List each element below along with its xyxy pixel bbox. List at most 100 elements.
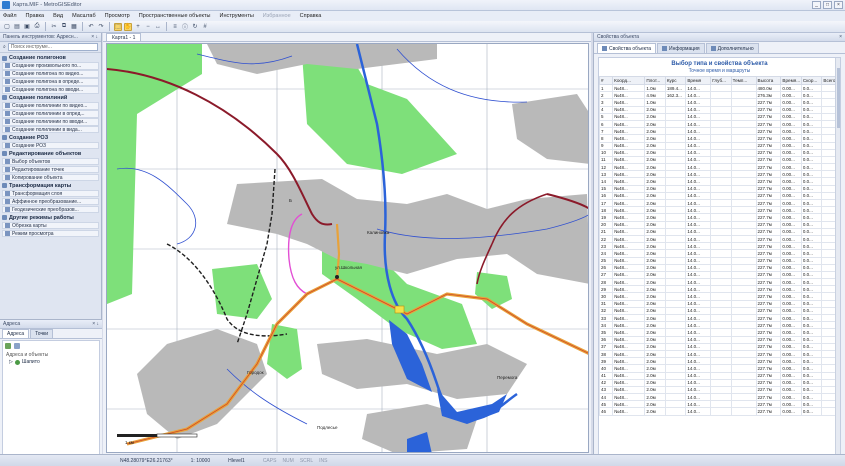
tree-item[interactable]: ▷ Шапито [3,359,99,365]
table-row[interactable]: 46 №48... 2.0м 14.0... 227.7м 0.00... 0.0... [599,407,840,416]
tool-item[interactable]: Создание полигона по видео... [2,69,99,78]
refresh-icon[interactable]: ↻ [191,23,199,31]
table-row[interactable]: 6 №48... 2.0м 14.0... 227.7м 0.00... 0.0... [599,119,840,129]
layers-icon[interactable]: ≡ [171,23,179,31]
paste-icon[interactable]: ▦ [70,23,78,31]
table-row[interactable]: 42 №48... 2.0м 14.0... 227.7м 0.00... 0.0... [599,378,840,387]
tab-points[interactable]: Точки [30,329,54,338]
tool-item[interactable]: Создание полилинии по видео... [2,101,99,110]
close-icon[interactable]: × ↓ [92,321,99,327]
tool-item[interactable]: Создание полилинии в вида... [2,125,99,134]
tab-information[interactable]: Информация [657,43,705,53]
table-row[interactable]: 45 №48... 2.0м 14.0... 227.7м 0.00... 0.0... [599,400,840,409]
menu-item[interactable]: Масштаб [72,13,96,19]
menu-item[interactable]: Избранное [263,13,291,19]
table-row[interactable]: 2 №48... 4.9м 162.3... 14.0... 276.3м 0.00... 0… [599,91,840,100]
tool-group-header[interactable]: Трансформация карты [2,182,99,190]
table-row[interactable]: 19 №48... 2.0м 14.0... 227.7м 0.00... 0.0... [599,213,840,222]
table-row[interactable]: 21 №48... 2.0м 14.0... 227.7м 0.00... 0.0... [599,227,840,236]
undo-icon[interactable]: ↶ [87,23,95,31]
redo-icon[interactable]: ↷ [97,23,105,31]
menu-item[interactable]: Файл [3,13,17,19]
open-icon[interactable]: ▤ [13,23,21,31]
table-row[interactable]: 30 №48... 2.0м 14.0... 227.7м 0.00... 0.0... [599,292,840,301]
menu-item[interactable]: Вид [53,13,63,19]
table-row[interactable]: 18 №48... 2.0м 14.0... 227.7м 0.00... 0.0... [599,206,840,215]
table-row[interactable]: 8 №48... 2.0м 14.0... 227.7м 0.00... 0.0... [599,134,840,143]
tool-item[interactable]: Создание полигона по вводи... [2,85,99,94]
tool-group-header[interactable]: Редактирование объектов [2,150,99,158]
add-address-icon[interactable] [5,343,11,349]
table-row[interactable]: 10 №48... 2.0м 14.0... 227.7м 0.00... 0.0... [599,148,840,157]
table-row[interactable]: 17 №48... 2.0м 14.0... 227.7м 0.00... 0.0... [599,198,840,208]
table-row[interactable]: 27 №48... 2.0м 14.0... 227.7м 0.00... 0.0... [599,270,840,280]
column-header[interactable]: Плот... [644,76,666,85]
table-row[interactable]: 34 №48... 2.0м 14.0... 227.7м 0.00... 0.0... [599,321,840,330]
tab-map[interactable]: Карта1 - 1 [106,33,142,41]
menu-item[interactable]: Пространственные объекты [139,13,211,19]
menu-item[interactable]: Правка [26,13,45,19]
table-row[interactable]: 44 №48... 2.0м 14.0... 227.7м 0.00... 0.0... [599,393,840,402]
tools-search-input[interactable]: Поиск инструме... [7,43,98,51]
menu-item[interactable]: Просмотр [105,13,130,19]
table-row[interactable]: 20 №48... 2.0м 14.0... 227.7м 0.00... 0.0... [599,220,840,229]
table-row[interactable]: 11 №48... 2.0м 14.0... 227.7м 0.00... 0.0... [599,155,840,165]
table-row[interactable]: 16 №48... 2.0м 14.0... 227.7м 0.00... 0.0... [599,191,840,201]
table-row[interactable]: 40 №48... 2.0м 14.0... 227.7м 0.00... 0.0... [599,364,840,373]
table-row[interactable]: 22 №48... 2.0м 14.0... 227.7м 0.00... 0.0... [599,234,840,244]
menu-item[interactable]: Инструменты [220,13,254,19]
tool-item[interactable]: Режим просмотра [2,229,99,238]
column-header[interactable]: Высота [755,76,782,85]
menu-item[interactable]: Справка [300,13,322,19]
column-header[interactable]: Время [685,76,712,85]
cut-icon[interactable]: ✂ [50,23,58,31]
map-svg[interactable]: Б Калиновка ул.Школьная Перемога Городок… [107,44,589,453]
table-row[interactable]: 41 №48... 2.0м 14.0... 227.7м 0.00... 0.0... [599,371,840,380]
column-header[interactable]: Коорд... [612,76,646,85]
print-icon[interactable]: ⎙ [33,23,41,31]
column-header[interactable]: # [599,76,614,85]
table-row[interactable]: 14 №48... 2.0м 14.0... 227.7м 0.00... 0.0... [599,177,840,186]
tool-item[interactable]: Обрезка карты [2,221,99,230]
save-icon[interactable]: ▣ [23,23,31,31]
column-header[interactable]: Время... [780,76,802,85]
table-row[interactable]: 38 №48... 2.0м 14.0... 227.7м 0.00... 0.0... [599,349,840,359]
table-row[interactable]: 12 №48... 2.0м 14.0... 227.7м 0.00... 0.0... [599,163,840,172]
tool-group-header[interactable]: Создание полилиний [2,94,99,102]
table-row[interactable]: 31 №48... 2.0м 14.0... 227.7м 0.00... 0.0... [599,299,840,308]
tool-item[interactable]: Геодезические преобразов... [2,205,99,214]
filter-icon[interactable] [14,343,20,349]
tool-group-header[interactable]: Создание РОЗ [2,134,99,142]
table-row[interactable]: 3 №48... 1.0м 14.0... 227.7м 0.00... 0.0... [599,98,840,107]
copy-icon[interactable]: ⧉ [60,23,68,31]
tool-item[interactable]: Трансформация слоя [2,189,99,198]
tab-additional[interactable]: Дополнительно [705,43,759,53]
tool-item[interactable]: Создание произвольного по... [2,62,99,70]
tab-object-properties[interactable]: Свойства объекта [597,43,656,53]
table-row[interactable]: 4 №48... 2.0м 14.0... 227.7м 0.00... 0.0... [599,105,840,114]
map-canvas[interactable]: Б Калиновка ул.Школьная Перемога Городок… [106,43,589,453]
table-row[interactable]: 36 №48... 2.0м 14.0... 227.7м 0.00... 0.0... [599,335,840,344]
tool-item[interactable]: Создание полилинии по вводи... [2,117,99,126]
table-row[interactable]: 23 №48... 2.0м 14.0... 227.7м 0.00... 0.0... [599,242,840,251]
tool-item[interactable]: Создание полигона в опреде... [2,77,99,86]
grid-icon[interactable]: # [201,23,209,31]
expand-icon[interactable]: ▷ [9,359,13,365]
new-icon[interactable]: ▢ [3,23,11,31]
table-row[interactable]: 7 №48... 2.0м 14.0... 227.7м 0.00... 0.0... [599,127,840,136]
column-header[interactable]: Глуб... [710,76,732,85]
table-row[interactable]: 37 №48... 2.0м 14.0... 227.7м 0.00... 0.0... [599,342,840,351]
table-row[interactable]: 24 №48... 2.0м 14.0... 227.7м 0.00... 0.0... [599,249,840,258]
maximize-button[interactable]: □ [823,1,832,9]
zoom-out-icon[interactable]: − [144,23,152,31]
table-row[interactable]: 5 №48... 2.0м 14.0... 227.7м 0.00... 0.0... [599,112,840,121]
table-row[interactable]: 13 №48... 2.0м 14.0... 227.7м 0.00... 0.0... [599,170,840,179]
tool-group-header[interactable]: Создание полигонов [2,54,99,62]
close-button[interactable]: × [834,1,843,9]
selected-marker[interactable] [394,305,405,314]
zoom-in-icon[interactable]: + [134,23,142,31]
table-scrollbar[interactable] [835,58,840,455]
close-icon[interactable]: × ↓ [91,34,98,40]
tool-item[interactable]: Аффинное преобразование... [2,197,99,206]
table-row[interactable]: 15 №48... 2.0м 14.0... 227.7м 0.00... 0.0... [599,184,840,193]
